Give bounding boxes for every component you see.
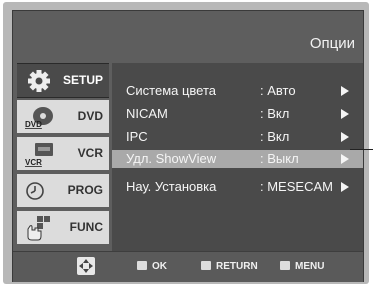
menu-row-label: Нау. Установка — [126, 179, 217, 194]
sidebar-item-dvd[interactable]: DVD DVD — [17, 100, 109, 133]
arrow-right-icon — [341, 86, 349, 96]
osd-screen: Опции SETUP DVD DVD VCR VCR PROG FUNC Си… — [12, 10, 364, 282]
menu-row-color-system[interactable]: Система цвета : Авто — [112, 82, 363, 100]
menu-row-value: : Выкл — [260, 151, 299, 166]
sidebar-item-label: PROG — [67, 183, 103, 197]
sidebar-item-label: VCR — [77, 146, 103, 160]
menu-row-label: NICAM — [126, 106, 168, 121]
footer-bar: OK RETURN MENU — [13, 251, 363, 282]
menu-row-showview-extended[interactable]: Удл. ShowView : Выкл — [112, 150, 363, 168]
menu-row-auto-setup[interactable]: Нау. Установка : MESECAM — [112, 178, 363, 196]
sidebar-item-vcr[interactable]: VCR VCR — [17, 137, 109, 170]
menu-row-value: : MESECAM — [260, 179, 333, 194]
arrow-right-icon — [341, 154, 349, 164]
sidebar-item-prog[interactable]: PROG — [17, 174, 109, 207]
header-bar: Опции — [13, 11, 363, 63]
arrow-right-icon — [341, 182, 349, 192]
page-title: Опции — [309, 35, 355, 52]
arrow-right-icon — [341, 132, 349, 142]
sidebar-item-func[interactable]: FUNC — [17, 211, 109, 244]
ok-key-icon — [137, 261, 147, 270]
ok-label: OK — [152, 261, 167, 272]
sidebar-item-label: DVD — [77, 109, 103, 123]
sidebar-item-setup[interactable]: SETUP — [17, 63, 109, 98]
menu-row-value: : Вкл — [260, 129, 290, 144]
gear-icon — [28, 70, 50, 92]
dvd-icon-text: DVD — [25, 120, 42, 129]
menu-key-icon — [280, 261, 290, 270]
dvd-disc-icon: DVD — [25, 107, 53, 129]
vcr-icon-text: VCR — [25, 158, 42, 167]
hand-pointer-icon — [27, 216, 50, 241]
menu-row-label: Удл. ShowView — [126, 151, 217, 166]
callout-line — [350, 149, 373, 150]
menu-label: MENU — [295, 261, 325, 272]
return-hint: RETURN — [201, 261, 258, 272]
menu-row-ipc[interactable]: IPC : Вкл — [112, 128, 363, 146]
sidebar-item-label: SETUP — [62, 73, 103, 87]
vcr-cassette-icon: VCR — [25, 143, 53, 167]
return-key-icon — [201, 261, 211, 270]
dpad-icon — [77, 257, 95, 275]
settings-menu: Система цвета : Авто NICAM : Вкл IPC : В… — [112, 63, 363, 251]
arrow-right-icon — [341, 109, 349, 119]
sidebar: SETUP DVD DVD VCR VCR PROG FUNC — [13, 63, 112, 251]
menu-row-label: IPC — [126, 129, 148, 144]
menu-row-value: : Авто — [260, 83, 296, 98]
tv-frame: Опции SETUP DVD DVD VCR VCR PROG FUNC Си… — [3, 2, 369, 284]
sidebar-item-label: FUNC — [69, 220, 103, 234]
menu-row-nicam[interactable]: NICAM : Вкл — [112, 105, 363, 123]
menu-hint: MENU — [280, 261, 324, 272]
menu-row-value: : Вкл — [260, 106, 290, 121]
menu-row-label: Система цвета — [126, 83, 217, 98]
clock-icon — [26, 182, 44, 200]
ok-hint: OK — [137, 261, 167, 272]
return-label: RETURN — [216, 261, 258, 272]
